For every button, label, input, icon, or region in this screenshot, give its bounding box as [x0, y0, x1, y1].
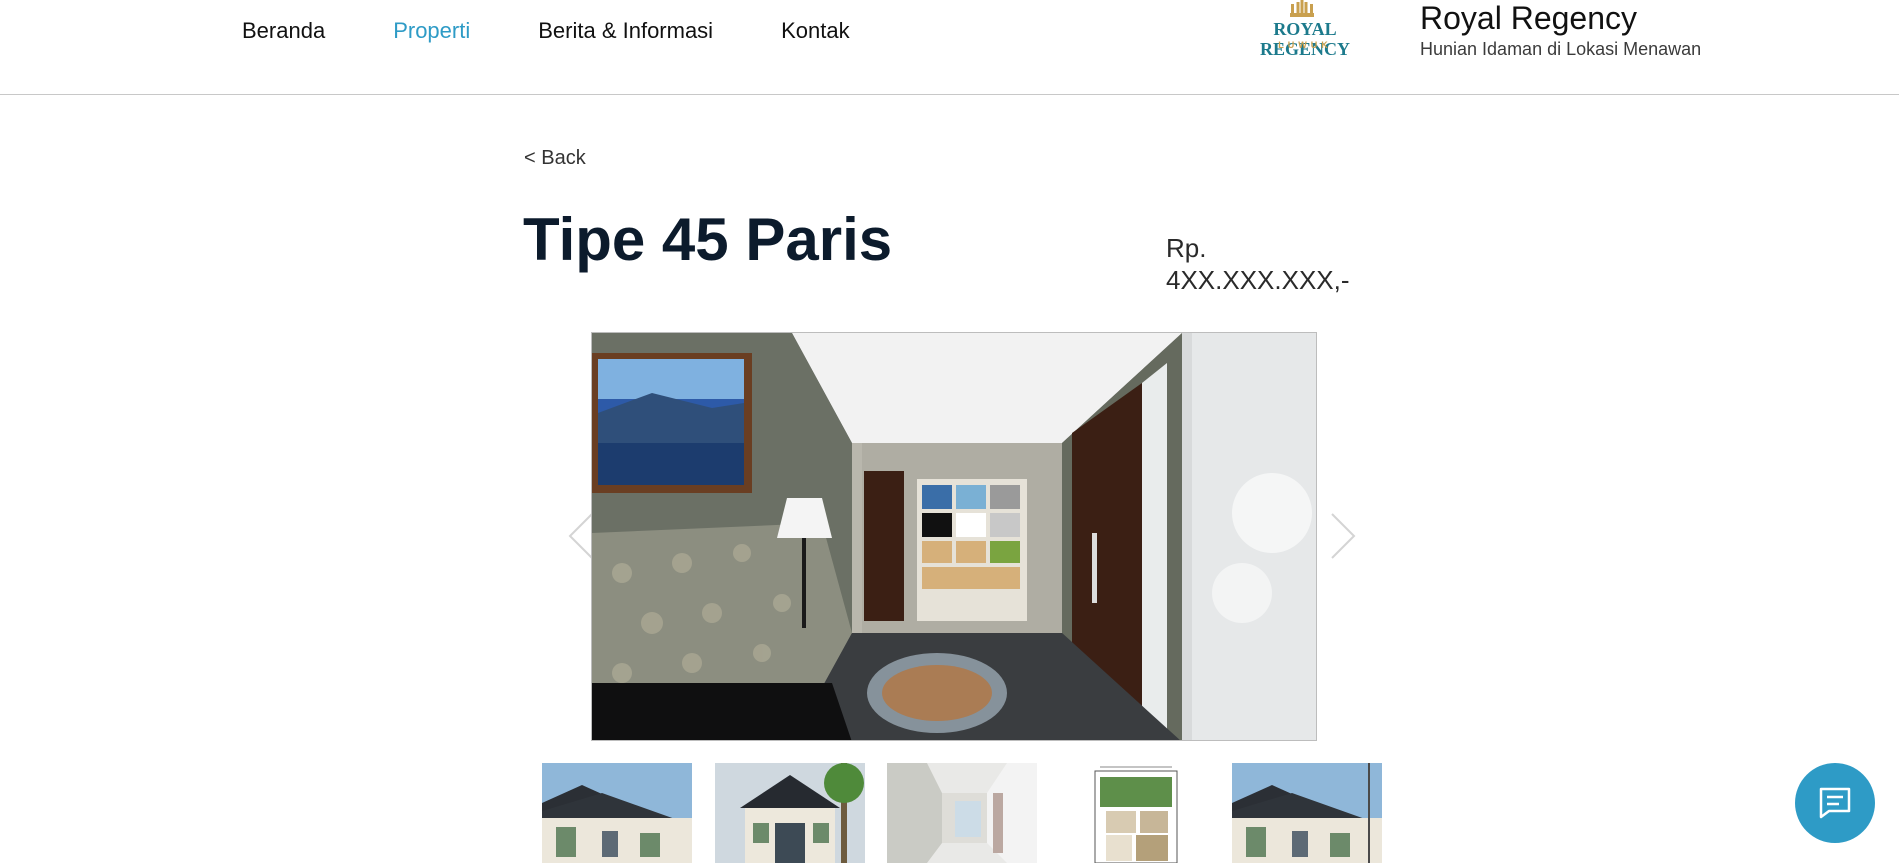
site-logo[interactable]: ROYAL REGENCY LUWUK [1230, 0, 1380, 59]
product-price: Rp. 4XX.XXX.XXX,- [1166, 233, 1350, 295]
nav-item-properti[interactable]: Properti [393, 16, 470, 46]
brand-name: Royal Regency [1420, 0, 1637, 36]
main-gallery-image[interactable] [591, 332, 1317, 741]
main-nav: Beranda Properti Berita & Informasi Kont… [242, 16, 918, 46]
thumbnail-strip [542, 763, 1382, 863]
logo-subtitle: LUWUK [1278, 40, 1332, 50]
chat-button[interactable] [1795, 763, 1875, 843]
thumbnail-interior-room[interactable] [887, 763, 1037, 863]
nav-item-kontak[interactable]: Kontak [781, 16, 850, 46]
thumbnail-house-exterior[interactable] [542, 763, 692, 863]
site-header: Beranda Properti Berita & Informasi Kont… [0, 0, 1899, 95]
nav-item-berita-informasi[interactable]: Berita & Informasi [538, 16, 713, 46]
thumbnail-house-exterior-2[interactable] [1232, 763, 1382, 863]
back-link[interactable]: < Back [524, 146, 586, 170]
product-title: Tipe 45 Paris [523, 206, 893, 273]
thumbnail-house-front[interactable] [715, 763, 865, 863]
chevron-right-icon[interactable] [1328, 512, 1358, 560]
brand-tagline: Hunian Idaman di Lokasi Menawan [1420, 39, 1702, 59]
chat-icon [1819, 787, 1851, 819]
nav-item-beranda[interactable]: Beranda [242, 16, 325, 46]
thumbnail-floor-plan[interactable] [1060, 763, 1210, 863]
logo-title: ROYAL REGENCY [1259, 19, 1350, 59]
brand-block: Royal Regency Hunian Idaman di Lokasi Me… [1420, 0, 1701, 60]
crown-icon [1290, 0, 1314, 17]
